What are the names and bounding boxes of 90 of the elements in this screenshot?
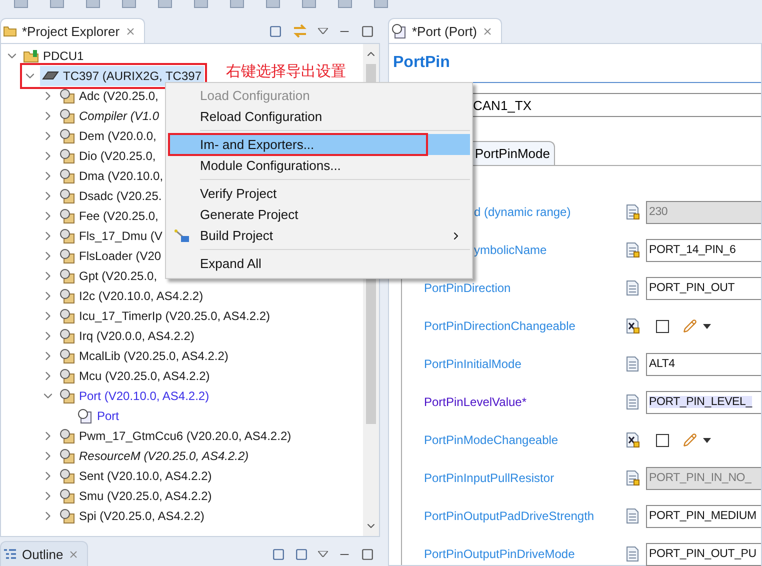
view-menu-icon[interactable] — [318, 551, 328, 557]
section-title: PortPin — [393, 54, 451, 73]
tree-item[interactable]: Port — [59, 406, 122, 426]
menu-item[interactable]: Generate Project — [168, 204, 470, 225]
module-icon — [59, 388, 75, 404]
parameter-label: PortPinLevelValue* — [424, 395, 528, 409]
value-field[interactable]: PORT_PIN_OUT_PU — [646, 542, 761, 566]
tree-item[interactable]: Fee (V20.25.0, — [41, 206, 160, 226]
tree-item[interactable]: Smu (V20.25.0, AS4.2.2) — [41, 486, 214, 506]
module-icon — [59, 328, 75, 344]
tree-item[interactable]: TC397 (AURIX2G, TC397 — [23, 66, 204, 86]
tree-item[interactable]: Port (V20.10.0, AS4.2.2) — [41, 386, 212, 406]
parameter-label: PortPinDirection — [424, 281, 512, 295]
caret-icon[interactable] — [703, 438, 711, 442]
view-menu-icon[interactable] — [318, 28, 328, 34]
checkbox[interactable] — [656, 434, 669, 446]
tree-item[interactable]: Compiler (V1.0 — [41, 106, 162, 126]
view-tab[interactable]: *Project Explorer — [0, 18, 145, 43]
tree-item[interactable]: Dio (V20.25.0, — [41, 146, 158, 166]
checkbox[interactable] — [656, 320, 669, 332]
parameter-label: PortPinInputPullResistor — [424, 471, 556, 485]
tree-item[interactable]: Spi (V20.25.0, AS4.2.2) — [41, 506, 206, 526]
tree-item[interactable]: Dem (V20.0.0, — [41, 126, 158, 146]
value-field[interactable]: PORT_PIN_LEVEL_ — [646, 390, 761, 414]
tree-item[interactable]: Dsadc (V20.25. — [41, 186, 164, 206]
annotation-text: 右键选择导出设置 — [226, 62, 346, 81]
close-icon[interactable] — [68, 548, 80, 560]
tree-item[interactable]: Irq (V20.0.0, AS4.2.2) — [41, 326, 196, 346]
module-icon — [59, 508, 75, 524]
module-icon — [59, 248, 75, 264]
value-field[interactable]: PORT_PIN_OUT — [646, 276, 761, 300]
parameter-label: PortPinOutputPadDriveStrength — [424, 509, 596, 523]
menu-item[interactable]: Im- and Exporters... — [168, 134, 470, 155]
outline-icon — [3, 548, 17, 560]
document-icon — [391, 23, 407, 39]
menu-item[interactable]: Verify Project — [168, 183, 470, 204]
module-icon — [59, 268, 75, 284]
tree-item[interactable]: FlsLoader (V20 — [41, 246, 164, 266]
module-icon — [59, 88, 75, 104]
tree-item[interactable]: Dma (V20.10.0, — [41, 166, 166, 186]
close-icon[interactable] — [482, 26, 494, 36]
module-icon — [59, 428, 75, 444]
editor-tab[interactable]: *Port (Port) — [388, 18, 502, 43]
module-icon — [59, 468, 75, 484]
folder-icon — [3, 25, 17, 37]
tree-item[interactable]: Gpt (V20.25.0, — [41, 266, 160, 286]
document-icon — [77, 408, 93, 424]
menu-item[interactable]: Build Project — [168, 225, 470, 246]
module-icon — [59, 208, 75, 224]
module-icon — [59, 128, 75, 144]
parameter-label: PortPinModeChangeable — [424, 433, 560, 447]
value-field[interactable]: ALT4 — [646, 352, 761, 376]
tree-item[interactable]: Fls_17_Dmu (V — [41, 226, 164, 246]
parameter-label: PortPinInitialMode — [424, 357, 522, 371]
parameter-label: PortPinDirectionChangeable — [424, 319, 576, 333]
tree-item[interactable]: Sent (V20.10.0, AS4.2.2) — [41, 466, 214, 486]
module-icon — [59, 148, 75, 164]
module-icon — [59, 308, 75, 324]
chip-icon — [41, 70, 59, 82]
tree-item[interactable]: PDCU1 — [5, 46, 86, 66]
tree-item[interactable]: I2c (V20.10.0, AS4.2.2) — [41, 286, 206, 306]
module-icon — [59, 348, 75, 364]
close-icon[interactable] — [124, 26, 136, 36]
maximize-icon[interactable] — [361, 548, 374, 560]
parameter-label: d (dynamic range) — [473, 205, 572, 219]
caret-icon[interactable] — [703, 324, 711, 328]
pencil-icon[interactable] — [683, 319, 697, 333]
folder-icon — [23, 49, 39, 63]
menu-item[interactable]: Expand All — [168, 253, 470, 274]
tree-item[interactable]: McalLib (V20.25.0, AS4.2.2) — [41, 346, 230, 366]
module-icon — [59, 488, 75, 504]
tree-item[interactable]: Adc (V20.25.0, — [41, 86, 160, 106]
module-icon — [59, 188, 75, 204]
module-icon — [59, 288, 75, 304]
tree-item[interactable]: ResourceM (V20.25.0, AS4.2.2) — [41, 446, 251, 466]
value-field[interactable]: PORT_14_PIN_6 — [646, 238, 761, 262]
pencil-icon[interactable] — [683, 433, 697, 447]
module-icon — [59, 168, 75, 184]
module-icon — [59, 228, 75, 244]
tree-item[interactable]: Pwm_17_GtmCcu6 (V20.20.0, AS4.2.2) — [41, 426, 294, 446]
maximize-icon[interactable] — [361, 24, 374, 38]
parameter-label: PortPinOutputPinDriveMode — [424, 547, 576, 561]
module-icon — [59, 108, 75, 124]
value-field[interactable]: PORT_PIN_MEDIUM — [646, 504, 761, 528]
module-icon — [59, 368, 75, 384]
view-tab[interactable]: Outline — [0, 541, 88, 566]
parameter-label: ymbolicName — [473, 243, 548, 257]
module-icon — [59, 448, 75, 464]
tree-item[interactable]: Mcu (V20.25.0, AS4.2.2) — [41, 366, 212, 386]
tree-item[interactable]: Icu_17_TimerIp (V20.25.0, AS4.2.2) — [41, 306, 272, 326]
